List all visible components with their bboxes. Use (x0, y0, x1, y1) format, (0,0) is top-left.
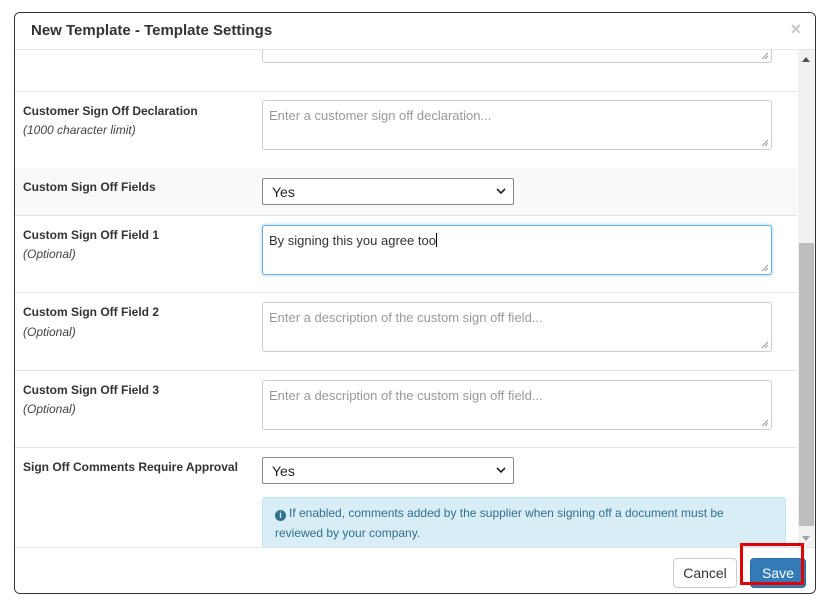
cancel-button[interactable]: Cancel (673, 558, 737, 588)
field3-textarea[interactable]: Enter a description of the custom sign o… (262, 380, 772, 430)
resize-grip-icon (761, 341, 769, 349)
resize-grip-icon (761, 419, 769, 427)
custom-fields-row: Custom Sign Off Fields Yes (15, 168, 797, 216)
text-cursor (435, 233, 437, 247)
scroll-up-arrow-icon[interactable] (802, 57, 810, 62)
declaration-label: Customer Sign Off Declaration (23, 104, 198, 118)
field1-value: By signing this you agree too (269, 233, 436, 248)
info-text-line2: reviewed by your company. (275, 526, 421, 540)
approval-value: Yes (272, 463, 295, 479)
custom-fields-label: Custom Sign Off Fields (23, 180, 156, 194)
custom-fields-select[interactable]: Yes (262, 178, 514, 205)
dialog-body: Customer Sign Off Declaration (1000 char… (15, 50, 797, 547)
info-text-line1: If enabled, comments added by the suppli… (289, 506, 724, 520)
chevron-down-icon (496, 467, 506, 474)
resize-grip-icon (761, 52, 769, 60)
declaration-row: Customer Sign Off Declaration (1000 char… (15, 91, 797, 169)
resize-grip-icon (761, 139, 769, 147)
field1-sublabel: (Optional) (23, 247, 76, 261)
declaration-textarea[interactable]: Enter a customer sign off declaration... (262, 100, 772, 150)
resize-grip-icon (761, 264, 769, 272)
info-circle-icon: i (275, 510, 286, 521)
vertical-scrollbar[interactable] (798, 50, 815, 547)
field1-row: Custom Sign Off Field 1 (Optional) By si… (15, 215, 797, 293)
field1-label: Custom Sign Off Field 1 (23, 228, 160, 242)
field3-placeholder: Enter a description of the custom sign o… (269, 388, 543, 403)
dialog-header: New Template - Template Settings × (15, 13, 815, 50)
save-button-highlight (740, 543, 804, 585)
previous-field-row (15, 50, 797, 92)
field3-label: Custom Sign Off Field 3 (23, 383, 160, 397)
field2-row: Custom Sign Off Field 2 (Optional) Enter… (15, 292, 797, 371)
approval-info-alert: i If enabled, comments added by the suppl… (262, 497, 786, 547)
approval-label: Sign Off Comments Require Approval (23, 460, 238, 474)
template-settings-dialog: New Template - Template Settings × Custo… (14, 12, 816, 594)
dialog-title: New Template - Template Settings (31, 22, 273, 39)
scrollbar-thumb[interactable] (799, 243, 814, 526)
field3-row: Custom Sign Off Field 3 (Optional) Enter… (15, 370, 797, 448)
field1-textarea[interactable]: By signing this you agree too (262, 225, 772, 275)
declaration-placeholder: Enter a customer sign off declaration... (269, 108, 492, 123)
field2-placeholder: Enter a description of the custom sign o… (269, 310, 543, 325)
field2-sublabel: (Optional) (23, 325, 76, 339)
field3-sublabel: (Optional) (23, 402, 76, 416)
field2-textarea[interactable]: Enter a description of the custom sign o… (262, 302, 772, 352)
chevron-down-icon (496, 188, 506, 195)
dialog-footer: Cancel Save (15, 547, 815, 593)
declaration-sublabel: (1000 character limit) (23, 123, 136, 137)
scroll-down-arrow-icon[interactable] (802, 536, 810, 541)
custom-fields-value: Yes (272, 184, 295, 200)
close-icon[interactable]: × (790, 19, 801, 40)
previous-field-textarea[interactable] (262, 50, 772, 63)
approval-select[interactable]: Yes (262, 457, 514, 484)
field2-label: Custom Sign Off Field 2 (23, 305, 160, 319)
